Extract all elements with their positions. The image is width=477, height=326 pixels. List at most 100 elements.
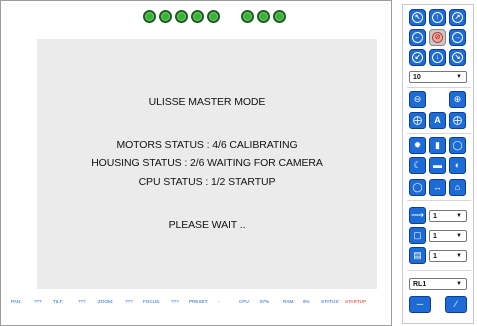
- save-preset-select[interactable]: 1 ▼: [429, 230, 467, 242]
- stop-button[interactable]: ⊘: [429, 29, 446, 46]
- night-mode-button[interactable]: ☾: [409, 157, 426, 174]
- status-bar: PAN: ??? TILT: ??? ZOOM: ??? FOCUS: ??? …: [11, 299, 389, 309]
- zoom-in-button[interactable]: ⊕: [449, 91, 466, 108]
- wiper-icon: ▮: [435, 140, 440, 150]
- goto-preset-button[interactable]: ⟶: [409, 207, 426, 224]
- move-right-button[interactable]: →: [449, 29, 466, 46]
- focus-near-icon: ⨁: [413, 115, 422, 125]
- divider: [407, 87, 471, 88]
- relay-select[interactable]: RL1 ▼: [409, 278, 467, 290]
- ram-value: 6%: [303, 299, 310, 304]
- divider: [407, 133, 471, 134]
- zoom-label: ZOOM:: [98, 299, 114, 304]
- trash-icon: ▤: [413, 250, 422, 260]
- pan-value: ???: [34, 299, 42, 304]
- chevron-down-icon: ▼: [456, 281, 462, 287]
- autofocus-icon: A: [434, 115, 441, 125]
- eye-icon: ◯: [452, 140, 463, 150]
- goto-preset-select[interactable]: 1 ▼: [429, 210, 467, 222]
- iris-close-button[interactable]: ◐: [449, 157, 466, 174]
- home-button[interactable]: ⌂: [449, 179, 466, 196]
- control-panel: ↖ ↑ ↗ ← ⊘ → ↙ ↓ ↘ 10 ▼ ⊖ ⊕ ⨁ A ⨁ ✹ ▮ ◯ ☾…: [402, 4, 474, 324]
- move-left-button[interactable]: ←: [409, 29, 426, 46]
- scan-button[interactable]: ↔: [429, 179, 446, 196]
- home-icon: ⌂: [454, 182, 461, 192]
- delete-preset-value: 1: [433, 252, 437, 260]
- cpu-label: CPU:: [239, 299, 250, 304]
- chevron-down-icon: ▼: [456, 213, 462, 219]
- zoom-in-icon: ⊕: [453, 94, 462, 104]
- brightness-button[interactable]: ✹: [409, 137, 426, 154]
- move-up-left-button[interactable]: ↖: [409, 9, 426, 26]
- screen-title: ULISSE MASTER MODE: [148, 96, 266, 108]
- pan-label: PAN:: [11, 299, 22, 304]
- status-led-6: [241, 10, 254, 23]
- patrol-button[interactable]: ◯: [409, 179, 426, 196]
- main-frame: ULISSE MASTER MODE MOTORS STATUS : 4/6 C…: [0, 0, 392, 326]
- autofocus-button[interactable]: A: [429, 112, 446, 129]
- please-wait-message: PLEASE WAIT ..: [168, 219, 246, 231]
- status-led-1: [143, 10, 156, 23]
- arrow-up-left-icon: ↖: [412, 12, 423, 23]
- divider: [407, 200, 471, 201]
- save-preset-button[interactable]: ▢: [409, 227, 426, 244]
- move-up-right-button[interactable]: ↗: [449, 9, 466, 26]
- relay-select-value: RL1: [413, 280, 427, 288]
- video-screen: ULISSE MASTER MODE MOTORS STATUS : 4/6 C…: [37, 39, 377, 289]
- delete-preset-select[interactable]: 1 ▼: [429, 250, 467, 262]
- focus-near-button[interactable]: ⨁: [409, 112, 426, 129]
- move-down-button[interactable]: ↓: [429, 49, 446, 66]
- tilt-label: TILT:: [53, 299, 63, 304]
- move-down-right-button[interactable]: ↘: [449, 49, 466, 66]
- zoom-out-icon: ⊖: [413, 94, 422, 104]
- status-value: STARTUP: [345, 299, 367, 304]
- relay-off-button[interactable]: ─: [409, 296, 431, 313]
- led-indicators: [1, 10, 391, 24]
- chevron-down-icon: ▼: [456, 74, 462, 80]
- arrow-right-icon: →: [452, 32, 463, 43]
- washer-button[interactable]: ▬: [429, 157, 446, 174]
- cpu-status: CPU STATUS : 1/2 STARTUP: [138, 176, 276, 188]
- focus-far-icon: ⨁: [453, 115, 462, 125]
- zoom-out-button[interactable]: ⊖: [409, 91, 426, 108]
- relay-on-button[interactable]: ∕: [445, 296, 467, 313]
- arrow-down-left-icon: ↙: [412, 52, 423, 63]
- zoom-value: ???: [125, 299, 133, 304]
- status-led-8: [273, 10, 286, 23]
- iris-open-button[interactable]: ◯: [449, 137, 466, 154]
- save-preset-value: 1: [433, 232, 437, 240]
- speed-select[interactable]: 10 ▼: [409, 71, 467, 83]
- preset-value: -: [218, 299, 220, 304]
- moon-icon: ☾: [413, 160, 422, 170]
- divider: [407, 270, 471, 271]
- status-led-3: [175, 10, 188, 23]
- ram-label: RAM:: [283, 299, 295, 304]
- arrow-down-right-icon: ↘: [452, 52, 463, 63]
- move-down-left-button[interactable]: ↙: [409, 49, 426, 66]
- status-led-7: [257, 10, 270, 23]
- move-up-button[interactable]: ↑: [429, 9, 446, 26]
- switch-closed-icon: ─: [416, 299, 424, 309]
- arrow-left-icon: ←: [412, 32, 423, 43]
- switch-open-icon: ∕: [455, 299, 457, 309]
- washer-icon: ▬: [433, 160, 442, 170]
- cpu-value: 57%: [260, 299, 270, 304]
- stop-icon: ⊘: [432, 32, 443, 43]
- delete-preset-button[interactable]: ▤: [409, 247, 426, 264]
- chevron-down-icon: ▼: [456, 253, 462, 259]
- focus-label: FOCUS:: [143, 299, 161, 304]
- status-label: STATUS:: [321, 299, 340, 304]
- status-led-5: [207, 10, 220, 23]
- scan-arrows-icon: ↔: [433, 182, 442, 192]
- focus-far-button[interactable]: ⨁: [449, 112, 466, 129]
- sun-icon: ✹: [413, 140, 422, 150]
- chevron-down-icon: ▼: [456, 233, 462, 239]
- speed-select-value: 10: [413, 73, 421, 81]
- preset-label: PRESET:: [189, 299, 209, 304]
- tilt-value: ???: [78, 299, 86, 304]
- goto-preset-value: 1: [433, 212, 437, 220]
- wiper-button[interactable]: ▮: [429, 137, 446, 154]
- arrow-up-right-icon: ↗: [452, 12, 463, 23]
- housing-status: HOUSING STATUS : 2/6 WAITING FOR CAMERA: [91, 157, 323, 169]
- status-led-4: [191, 10, 204, 23]
